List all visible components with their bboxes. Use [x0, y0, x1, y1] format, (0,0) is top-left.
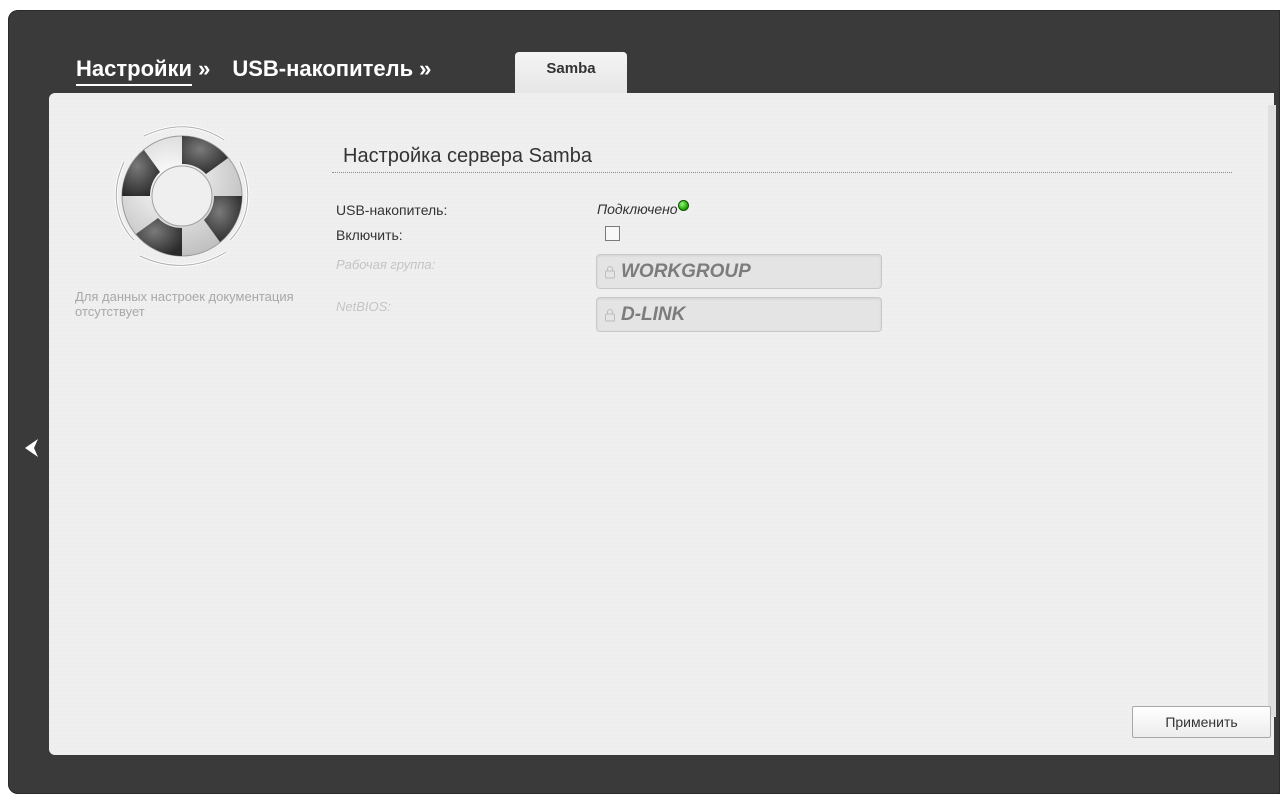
breadcrumb-separator: »	[198, 56, 211, 81]
breadcrumb: Настройки » USB-накопитель »	[76, 56, 453, 90]
workgroup-label: Рабочая группа:	[336, 257, 436, 272]
documentation-note: Для данных настроек документация отсутст…	[75, 289, 294, 319]
workgroup-value: WORKGROUP	[621, 260, 751, 282]
netbios-value: D-LINK	[621, 303, 686, 325]
usb-status: Подключено	[597, 200, 689, 217]
lock-icon	[605, 308, 615, 321]
panel-scroll-edge	[1268, 105, 1276, 717]
usb-storage-label: USB-накопитель:	[336, 202, 448, 218]
status-indicator-icon	[677, 200, 689, 211]
enable-label: Включить:	[336, 227, 403, 243]
section-divider	[332, 172, 1232, 173]
section-title: Настройка сервера Samba	[343, 145, 592, 167]
workgroup-field[interactable]: WORKGROUP	[596, 254, 882, 289]
breadcrumb-settings-link[interactable]: Настройки	[76, 56, 193, 86]
back-arrow-icon[interactable]	[22, 436, 42, 460]
apply-button[interactable]: Применить	[1132, 706, 1271, 738]
lock-icon	[605, 265, 615, 278]
usb-status-text: Подключено	[597, 201, 678, 217]
tab-samba[interactable]: Samba	[515, 52, 627, 94]
netbios-label: NetBIOS:	[336, 299, 391, 314]
lifebuoy-icon	[114, 125, 250, 267]
enable-checkbox[interactable]	[605, 226, 620, 241]
netbios-field[interactable]: D-LINK	[596, 297, 882, 332]
breadcrumb-separator: »	[419, 56, 432, 81]
breadcrumb-usb-storage[interactable]: USB-накопитель	[232, 56, 413, 82]
